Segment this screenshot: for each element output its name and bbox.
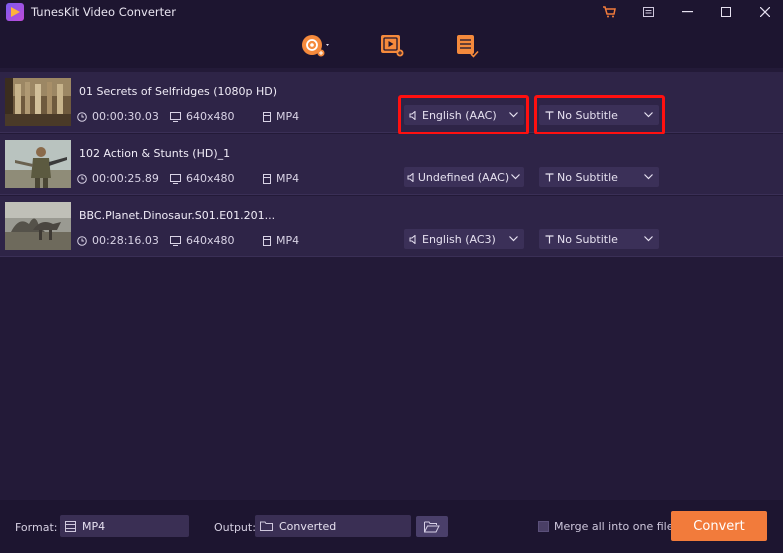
file-row[interactable]: 01 Secrets of Selfridges (1080p HD) 00:0…	[0, 72, 783, 135]
subtitle-highlight-box	[534, 95, 665, 135]
file-name: BBC.Planet.Dinosaur.S01.E01.201...	[79, 209, 276, 222]
close-button[interactable]	[750, 0, 780, 24]
resolution: 640x480	[170, 234, 235, 247]
chevron-down-icon	[643, 174, 653, 180]
history-icon	[457, 35, 479, 58]
folder-icon	[260, 521, 273, 531]
minimize-icon	[681, 11, 693, 13]
text-t-icon	[545, 172, 553, 181]
video-thumbnail	[5, 140, 71, 188]
chevron-down-icon	[510, 174, 520, 180]
minimize-button[interactable]	[672, 0, 702, 24]
toolbar	[0, 24, 783, 68]
add-files-button[interactable]	[373, 32, 409, 60]
format-icon	[263, 235, 271, 246]
merge-option[interactable]: Merge all into one file	[538, 520, 673, 533]
audio-track-dropdown[interactable]: English (AC3)	[404, 229, 524, 249]
load-dvd-button[interactable]	[298, 32, 334, 60]
file-format: MP4	[263, 234, 299, 247]
output-label: Output:	[214, 521, 256, 534]
maximize-icon	[721, 7, 731, 17]
file-name: 102 Action & Stunts (HD)_1	[79, 147, 231, 160]
file-format: MP4	[263, 172, 299, 185]
text-t-icon	[545, 234, 553, 243]
browse-folder-button[interactable]	[416, 516, 448, 537]
menu-icon	[642, 7, 654, 17]
clock-icon	[77, 111, 87, 122]
merge-label: Merge all into one file	[554, 520, 674, 533]
clock-icon	[77, 173, 87, 184]
file-row[interactable]: BBC.Planet.Dinosaur.S01.E01.201... 00:28…	[0, 196, 783, 257]
title-bar: TunesKit Video Converter	[0, 0, 783, 24]
converted-history-button[interactable]	[448, 32, 484, 60]
app-logo-icon	[6, 3, 24, 21]
resolution: 640x480	[170, 110, 235, 123]
menu-button[interactable]	[633, 0, 663, 24]
chevron-down-icon	[643, 236, 653, 242]
format-icon	[65, 520, 76, 532]
merge-checkbox[interactable]	[538, 521, 549, 532]
close-icon	[760, 7, 770, 17]
cart-icon	[603, 6, 616, 18]
clock-icon	[77, 235, 87, 246]
app-title: TunesKit Video Converter	[31, 5, 176, 19]
duration: 00:00:25.89	[77, 172, 159, 185]
monitor-icon	[170, 111, 181, 122]
speaker-icon	[409, 234, 416, 244]
resolution: 640x480	[170, 172, 235, 185]
bottom-bar: Format: MP4 Output: Converted Merge all …	[0, 500, 783, 553]
open-folder-icon	[424, 521, 440, 532]
video-thumbnail	[5, 78, 71, 126]
audio-track-dropdown[interactable]: Undefined (AAC)	[404, 167, 524, 187]
maximize-button[interactable]	[711, 0, 741, 24]
subtitle-dropdown[interactable]: No Subtitle	[539, 167, 659, 187]
file-name: 01 Secrets of Selfridges (1080p HD)	[79, 85, 277, 98]
subtitle-dropdown[interactable]: No Subtitle	[539, 229, 659, 249]
output-path-field[interactable]: Converted	[255, 515, 411, 537]
format-label: Format:	[15, 521, 58, 534]
audio-highlight-box	[398, 95, 529, 135]
duration: 00:00:30.03	[77, 110, 159, 123]
format-icon	[263, 111, 271, 122]
add-video-icon	[381, 35, 404, 57]
chevron-down-icon	[508, 236, 518, 242]
video-thumbnail	[5, 202, 71, 250]
file-format: MP4	[263, 110, 299, 123]
monitor-icon	[170, 235, 181, 246]
monitor-icon	[170, 173, 181, 184]
file-row[interactable]: 102 Action & Stunts (HD)_1 00:00:25.89 6…	[0, 134, 783, 195]
duration: 00:28:16.03	[77, 234, 159, 247]
add-disc-icon	[302, 35, 329, 57]
speaker-icon	[407, 172, 414, 182]
convert-button[interactable]: Convert	[671, 511, 767, 541]
format-selector[interactable]: MP4	[60, 515, 189, 537]
format-icon	[263, 173, 271, 184]
cart-button[interactable]	[594, 0, 624, 24]
